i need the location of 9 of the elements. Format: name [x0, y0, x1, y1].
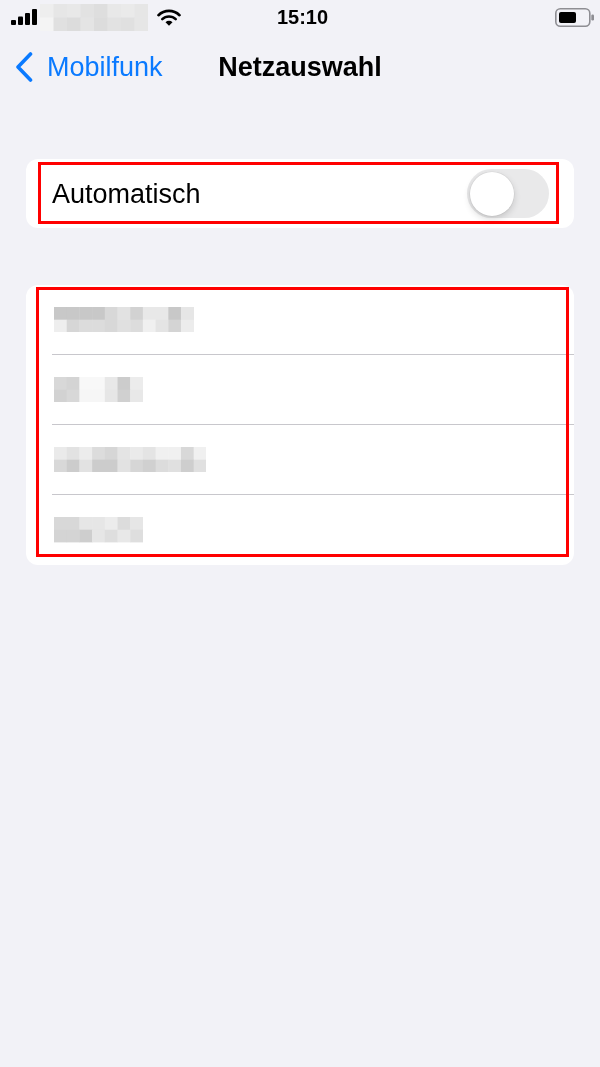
screen-title: Netzauswahl [218, 51, 382, 83]
battery-icon [555, 7, 594, 27]
setting-label: Automatisch [52, 177, 201, 210]
back-button[interactable]: Mobilfunk [15, 51, 163, 83]
wifi-icon [157, 8, 181, 26]
toggle-switch[interactable] [467, 169, 549, 218]
time-label: 15:10 [276, 5, 329, 29]
chevron-left-icon [15, 52, 33, 82]
signal-bars-icon [11, 9, 37, 25]
